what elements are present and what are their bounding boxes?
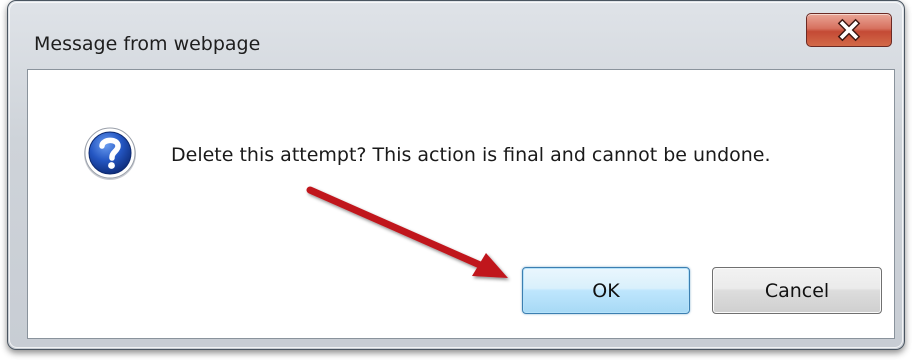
close-icon (837, 18, 861, 42)
cancel-button[interactable]: Cancel (712, 267, 882, 314)
dialog-message: Delete this attempt? This action is fina… (171, 144, 771, 166)
dialog-titlebar[interactable]: Message from webpage (8, 1, 904, 75)
dialog-content: Delete this attempt? This action is fina… (27, 69, 895, 339)
message-dialog: Message from webpage Delete this attempt… (7, 0, 905, 350)
dialog-title: Message from webpage (34, 33, 261, 55)
close-button[interactable] (806, 13, 892, 47)
question-icon (84, 127, 136, 180)
ok-button[interactable]: OK (522, 267, 690, 314)
